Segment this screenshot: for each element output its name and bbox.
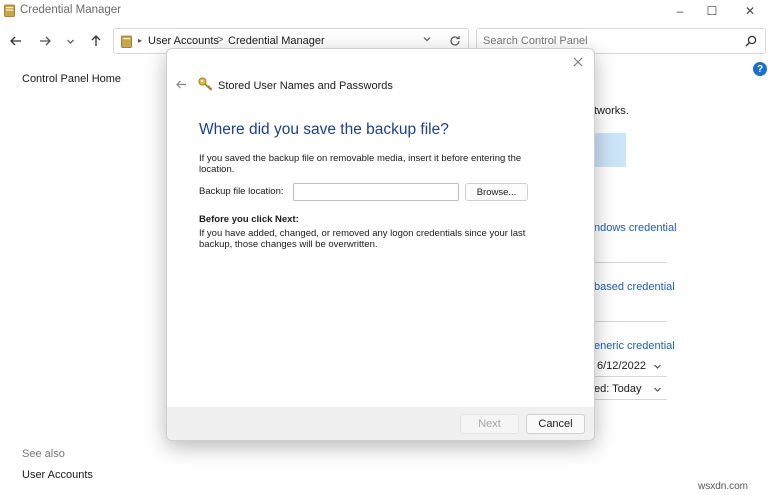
maximize-button[interactable]: ☐ bbox=[697, 0, 727, 22]
chevron-down-icon bbox=[66, 39, 74, 44]
close-button[interactable]: ✕ bbox=[735, 0, 765, 22]
window-title: Credential Manager bbox=[20, 4, 122, 16]
arrow-left-icon bbox=[175, 80, 186, 88]
search-placeholder: Search Control Panel bbox=[483, 35, 588, 47]
add-certificate-credential-link[interactable]: based credential bbox=[594, 281, 675, 293]
dialog-header-title: Stored User Names and Passwords bbox=[218, 80, 393, 92]
key-icon bbox=[198, 77, 213, 91]
add-generic-credential-link[interactable]: eneric credential bbox=[594, 340, 675, 352]
breadcrumb-dropdown-icon[interactable]: ▸ bbox=[138, 36, 142, 45]
address-dropdown-icon[interactable] bbox=[422, 34, 432, 47]
breadcrumb-user-accounts[interactable]: User Accounts bbox=[148, 35, 219, 47]
dialog-close-button[interactable] bbox=[570, 54, 586, 70]
chevron-down-icon[interactable] bbox=[653, 362, 662, 373]
restore-credentials-dialog: Stored User Names and Passwords Where di… bbox=[166, 48, 595, 441]
credential-date-value[interactable]: 6/12/2022 bbox=[597, 360, 646, 372]
browse-button[interactable]: Browse... bbox=[465, 183, 528, 201]
recent-locations-button[interactable] bbox=[61, 31, 79, 51]
arrow-up-icon bbox=[91, 35, 101, 46]
background-selected-tile[interactable] bbox=[594, 133, 626, 167]
dialog-instruction: If you saved the backup file on removabl… bbox=[199, 153, 522, 175]
background-divider bbox=[594, 262, 667, 263]
cancel-button[interactable]: Cancel bbox=[526, 414, 585, 434]
title-bar: Credential Manager – ☐ ✕ bbox=[0, 0, 768, 22]
minimize-button[interactable]: – bbox=[665, 0, 695, 22]
help-icon[interactable]: ? bbox=[753, 62, 767, 76]
close-icon bbox=[573, 57, 583, 67]
forward-button[interactable] bbox=[36, 31, 54, 51]
control-panel-home-link[interactable]: Control Panel Home bbox=[22, 73, 121, 85]
control-panel-icon bbox=[121, 35, 132, 48]
background-divider bbox=[594, 376, 667, 377]
backup-file-location-label: Backup file location: bbox=[199, 186, 284, 197]
refresh-icon bbox=[450, 36, 460, 46]
background-divider bbox=[594, 321, 667, 322]
background-description-fragment: tworks. bbox=[594, 105, 629, 117]
watermark: wsxdn.com bbox=[698, 481, 749, 492]
background-divider bbox=[594, 399, 667, 400]
credential-manager-icon bbox=[4, 4, 15, 17]
before-next-heading: Before you click Next: bbox=[199, 214, 299, 225]
breadcrumb-separator: > bbox=[217, 34, 224, 46]
credential-manager-window: Credential Manager – ☐ ✕ ▸ User Accounts… bbox=[0, 0, 768, 495]
arrow-right-icon bbox=[40, 36, 51, 46]
before-next-note: If you have added, changed, or removed a… bbox=[199, 228, 526, 250]
breadcrumb-credential-manager[interactable]: Credential Manager bbox=[228, 35, 325, 47]
chevron-down-icon[interactable] bbox=[653, 385, 662, 396]
search-icon[interactable] bbox=[745, 35, 757, 47]
dialog-back-button[interactable] bbox=[174, 77, 188, 91]
see-also-label: See also bbox=[22, 448, 65, 460]
dialog-footer: Next Cancel bbox=[167, 407, 594, 440]
credential-modified-value[interactable]: ed: Today bbox=[594, 383, 642, 395]
dialog-heading: Where did you save the backup file? bbox=[199, 121, 449, 138]
add-windows-credential-link[interactable]: ndows credential bbox=[594, 222, 677, 234]
arrow-left-icon bbox=[10, 36, 21, 46]
next-button[interactable]: Next bbox=[460, 414, 519, 434]
user-accounts-link[interactable]: User Accounts bbox=[22, 469, 93, 481]
backup-file-location-field[interactable] bbox=[293, 183, 459, 201]
back-button[interactable] bbox=[7, 31, 25, 51]
up-button[interactable] bbox=[87, 31, 105, 51]
